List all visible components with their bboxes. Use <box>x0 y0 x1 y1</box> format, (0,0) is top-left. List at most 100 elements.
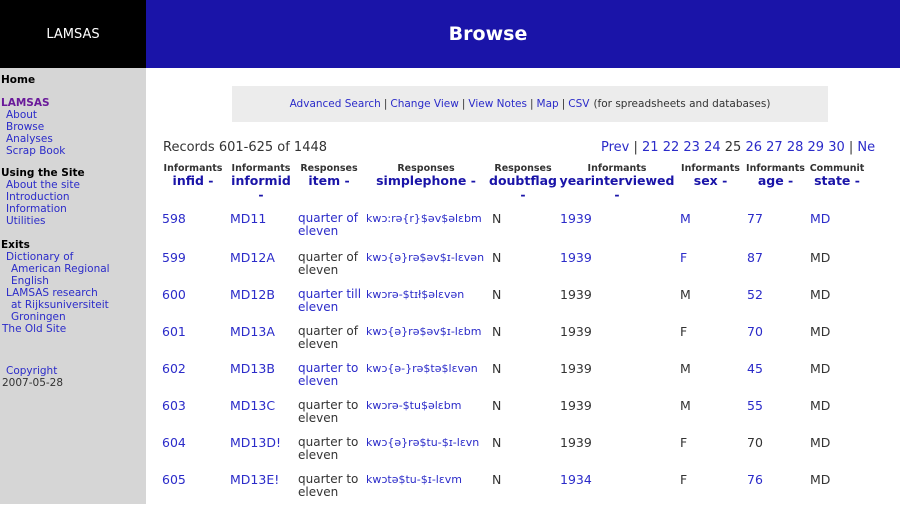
sort-column-link[interactable]: simplephone - <box>363 174 489 188</box>
table-cell[interactable]: MD13B <box>227 362 295 399</box>
table-cell[interactable]: 76 <box>744 473 807 510</box>
table-cell[interactable]: MD <box>807 202 867 251</box>
sidebar-item-research[interactable]: LAMSAS research <box>0 287 146 299</box>
table-cell[interactable]: M <box>677 202 744 251</box>
sidebar-item-information[interactable]: Information <box>0 203 146 215</box>
sidebar-item-research[interactable]: Groningen <box>0 311 146 323</box>
sort-column-link[interactable]: age - <box>744 174 807 188</box>
sidebar-item-dare[interactable]: Dictionary of <box>0 251 146 263</box>
page-link-22[interactable]: 22 <box>663 140 680 155</box>
sidebar-item-dare[interactable]: American Regional <box>0 263 146 275</box>
table-cell[interactable]: quarter to eleven <box>295 362 363 399</box>
sidebar-item-about[interactable]: About <box>0 109 146 121</box>
page-link-26[interactable]: 26 <box>745 140 762 155</box>
view-notes-link[interactable]: View Notes <box>468 98 527 110</box>
table-cell[interactable]: 45 <box>744 362 807 399</box>
copyright-link[interactable]: Copyright <box>0 365 146 377</box>
table-row: 601 MD13A quarter of eleven kwɔ{ə}rə$əv$ɪ-l… <box>159 325 867 362</box>
site-logo[interactable]: LAMSAS <box>0 0 146 68</box>
table-cell[interactable]: 600 <box>159 288 227 325</box>
sidebar-home[interactable]: Home <box>0 74 146 86</box>
sidebar-item-old-site[interactable]: The Old Site <box>0 323 146 335</box>
table-cell[interactable]: kwɔrə-$tu$əlɛbm <box>363 399 489 436</box>
table-cell[interactable]: 598 <box>159 202 227 251</box>
table-cell[interactable]: 70 <box>744 325 807 362</box>
prev-page-link[interactable]: Prev <box>601 140 629 155</box>
sidebar-item-about-site[interactable]: About the site <box>0 179 146 191</box>
table-cell[interactable]: MD13E! <box>227 473 295 510</box>
sidebar-lamsas[interactable]: LAMSAS <box>0 97 146 109</box>
table-cell: MD <box>810 250 831 265</box>
sort-column-link[interactable]: item - <box>295 174 363 188</box>
table-cell[interactable]: kwɔ:rə{r}$əv$əlɛbm <box>363 202 489 251</box>
table-cell[interactable]: MD13D! <box>227 436 295 473</box>
table-cell[interactable]: 52 <box>744 288 807 325</box>
table-cell[interactable]: 55 <box>744 399 807 436</box>
page-link-28[interactable]: 28 <box>787 140 804 155</box>
sidebar-item-analyses[interactable]: Analyses <box>0 133 146 145</box>
table-cell[interactable]: MD11 <box>227 202 295 251</box>
table-cell[interactable]: 77 <box>744 202 807 251</box>
table-cell[interactable]: 87 <box>744 251 807 288</box>
table-cell: M <box>680 361 691 376</box>
table-cell[interactable]: 601 <box>159 325 227 362</box>
table-cell[interactable]: F <box>677 251 744 288</box>
page-title: Browse <box>146 0 900 68</box>
advanced-search-link[interactable]: Advanced Search <box>290 98 381 110</box>
table-row: 600 MD12B quarter till eleven kwɔrə-$tɪł$əl… <box>159 288 867 325</box>
sort-column-link[interactable]: doubtflag - <box>489 174 557 202</box>
table-cell[interactable]: kwɔrə-$tɪł$əlɛvən <box>363 288 489 325</box>
page-link-29[interactable]: 29 <box>808 140 825 155</box>
table-cell: 1939 <box>560 287 592 302</box>
table-cell[interactable]: 605 <box>159 473 227 510</box>
table-cell[interactable]: 1934 <box>557 473 677 510</box>
table-cell[interactable]: MD12A <box>227 251 295 288</box>
table-cell: N <box>492 398 502 413</box>
csv-link[interactable]: CSV <box>568 98 589 110</box>
table-cell[interactable]: kwɔtə$tu-$ɪ-lɛvm <box>363 473 489 510</box>
table-cell[interactable]: quarter till eleven <box>295 288 363 325</box>
page-link-23[interactable]: 23 <box>683 140 700 155</box>
sidebar-item-introduction[interactable]: Introduction <box>0 191 146 203</box>
page-link-30[interactable]: 30 <box>828 140 845 155</box>
page-link-27[interactable]: 27 <box>766 140 783 155</box>
sidebar-item-scrap-book[interactable]: Scrap Book <box>0 145 146 157</box>
page-link-24[interactable]: 24 <box>704 140 721 155</box>
sidebar: Home LAMSAS About Browse Analyses Scrap … <box>0 68 146 504</box>
sort-column-link[interactable]: sex - <box>677 174 744 188</box>
sort-column-link[interactable]: state - <box>807 174 867 188</box>
table-cell: quarter to eleven <box>298 472 359 499</box>
table-cell[interactable]: MD13A <box>227 325 295 362</box>
table-cell[interactable]: 602 <box>159 362 227 399</box>
table-cell[interactable]: kwɔ{ə-}rə$tə$lɛvən <box>363 362 489 399</box>
sort-column-link[interactable]: yearinterviewed - <box>557 174 677 202</box>
table-cell: M <box>680 398 691 413</box>
page-link-25[interactable]: 25 <box>725 140 742 155</box>
sort-column-link[interactable]: informid - <box>227 174 295 202</box>
change-view-link[interactable]: Change View <box>390 98 458 110</box>
table-cell[interactable]: 604 <box>159 436 227 473</box>
table-cell[interactable]: 599 <box>159 251 227 288</box>
page-link-21[interactable]: 21 <box>642 140 659 155</box>
map-link[interactable]: Map <box>537 98 559 110</box>
column-header: Responses simplephone - <box>363 163 489 202</box>
table-cell[interactable]: 1939 <box>557 202 677 251</box>
sidebar-item-utilities[interactable]: Utilities <box>0 215 146 227</box>
table-cell: MD <box>810 398 831 413</box>
table-cell[interactable]: kwɔ{ə}rə$əv$ɪ-lɛbm <box>363 325 489 362</box>
table-cell[interactable]: MD12B <box>227 288 295 325</box>
sidebar-item-research[interactable]: at Rijksuniversiteit <box>0 299 146 311</box>
table-cell[interactable]: 1939 <box>557 251 677 288</box>
sidebar-item-dare[interactable]: English <box>0 275 146 287</box>
sidebar-item-browse[interactable]: Browse <box>0 121 146 133</box>
table-cell: N <box>492 324 502 339</box>
table-cell[interactable]: kwɔ{ə}rə$əv$ɪ-lɛvən <box>363 251 489 288</box>
next-page-link[interactable]: Ne <box>857 140 875 155</box>
table-cell[interactable]: 603 <box>159 399 227 436</box>
table-cell[interactable]: quarter of eleven <box>295 202 363 251</box>
table-cell[interactable]: MD13C <box>227 399 295 436</box>
table-row: 602 MD13B quarter to eleven kwɔ{ə-}rə$tə$lɛ… <box>159 362 867 399</box>
table-cell: MD <box>810 324 831 339</box>
sort-column-link[interactable]: infid - <box>159 174 227 188</box>
table-cell[interactable]: kwɔ{ə}rə$tu-$ɪ-lɛvn <box>363 436 489 473</box>
